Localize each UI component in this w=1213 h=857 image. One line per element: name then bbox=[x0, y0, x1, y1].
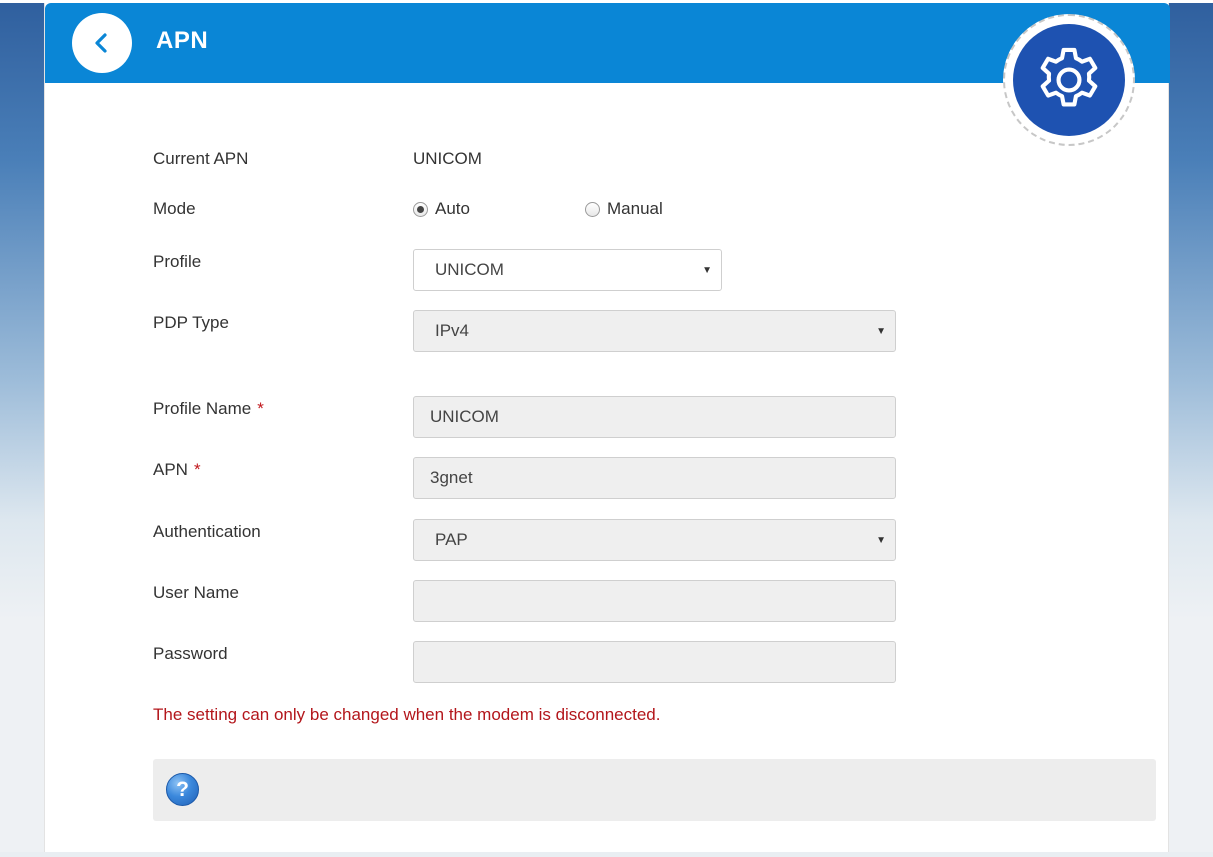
apn-label-text: APN bbox=[153, 460, 188, 479]
caret-down-icon: ▼ bbox=[876, 535, 886, 546]
password-input[interactable] bbox=[413, 641, 896, 683]
current-apn-label: Current APN bbox=[153, 149, 249, 168]
mode-auto-radio[interactable] bbox=[413, 201, 428, 217]
chevron-left-icon bbox=[95, 33, 107, 53]
pdp-type-selected-value: IPv4 bbox=[435, 321, 470, 340]
mode-manual-option[interactable]: Manual bbox=[585, 199, 663, 219]
user-name-label: User Name bbox=[153, 583, 239, 602]
apn-value: 3gnet bbox=[430, 468, 473, 487]
bottom-strip bbox=[0, 852, 1213, 857]
authentication-selected-value: PAP bbox=[435, 530, 468, 549]
mode-manual-label: Manual bbox=[607, 199, 663, 218]
apn-panel: APN Current APN UNICOM Mode Auto Manual … bbox=[44, 3, 1170, 857]
required-mark: * bbox=[193, 460, 201, 479]
profile-name-input[interactable]: UNICOM bbox=[413, 396, 896, 438]
question-circle-icon[interactable]: ? bbox=[166, 773, 199, 806]
profile-selected-value: UNICOM bbox=[435, 260, 504, 279]
help-bar: ? bbox=[153, 759, 1156, 821]
profile-label: Profile bbox=[153, 252, 202, 271]
page-header: APN bbox=[45, 3, 1170, 83]
pdp-type-select[interactable]: IPv4 ▼ bbox=[413, 310, 896, 352]
mode-auto-option[interactable]: Auto bbox=[413, 199, 470, 219]
authentication-select[interactable]: PAP ▼ bbox=[413, 519, 896, 561]
password-label: Password bbox=[153, 644, 228, 663]
disconnect-warning: The setting can only be changed when the… bbox=[153, 705, 661, 724]
help-icon-glyph: ? bbox=[176, 777, 189, 801]
apn-label: APN * bbox=[153, 460, 201, 480]
pdp-type-label: PDP Type bbox=[153, 313, 229, 332]
caret-down-icon: ▼ bbox=[876, 326, 886, 337]
profile-name-value: UNICOM bbox=[430, 407, 499, 426]
profile-name-label-text: Profile Name bbox=[153, 399, 252, 418]
current-apn-value: UNICOM bbox=[413, 149, 482, 168]
mode-auto-label: Auto bbox=[435, 199, 470, 218]
apn-input[interactable]: 3gnet bbox=[413, 457, 896, 499]
settings-badge-circle bbox=[1013, 24, 1125, 136]
mode-manual-radio[interactable] bbox=[585, 201, 600, 217]
profile-name-label: Profile Name * bbox=[153, 399, 264, 419]
settings-badge bbox=[1003, 14, 1135, 146]
page-title: APN bbox=[156, 27, 209, 54]
mode-label: Mode bbox=[153, 199, 196, 218]
user-name-input[interactable] bbox=[413, 580, 896, 622]
profile-select[interactable]: UNICOM ▼ bbox=[413, 249, 722, 291]
authentication-label: Authentication bbox=[153, 522, 261, 541]
caret-down-icon: ▼ bbox=[702, 265, 712, 276]
back-button[interactable] bbox=[72, 13, 132, 73]
gear-icon bbox=[1040, 47, 1098, 107]
required-mark: * bbox=[257, 399, 264, 418]
